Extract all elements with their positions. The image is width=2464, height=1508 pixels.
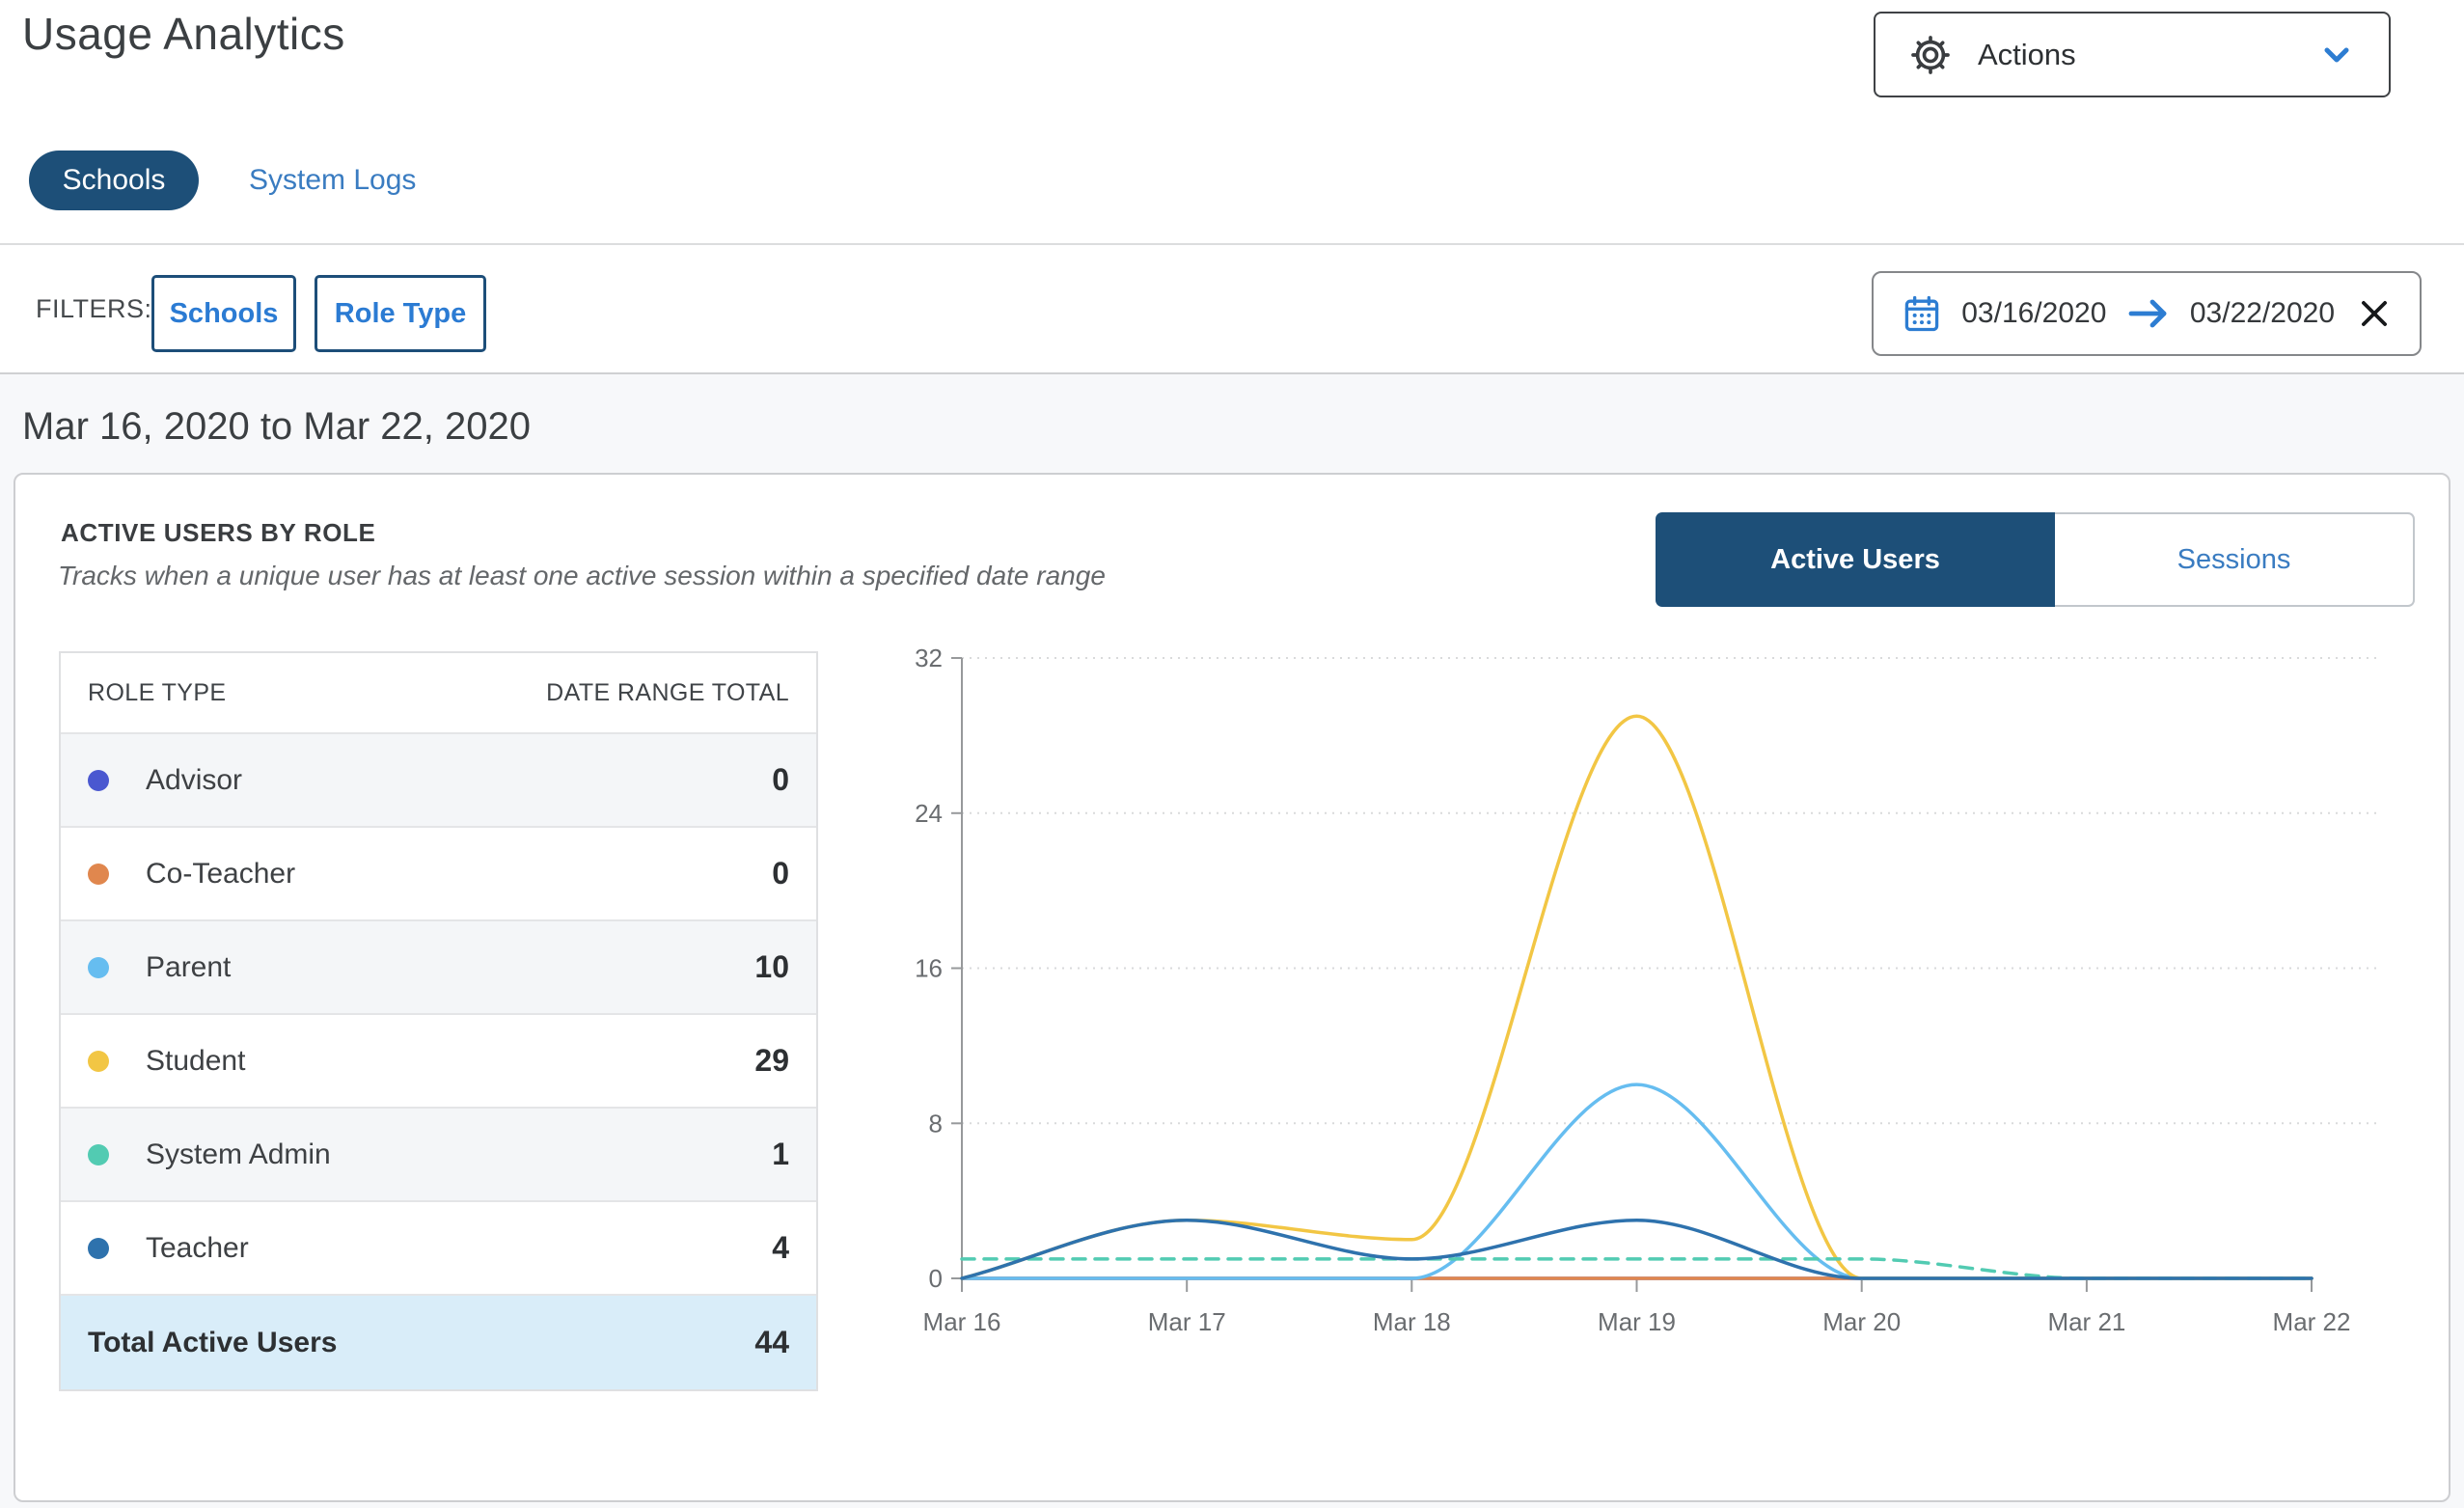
- x-tick-label-6: Mar 22: [2273, 1307, 2351, 1336]
- x-tick-label-0: Mar 16: [923, 1307, 1001, 1336]
- toggle-active-users[interactable]: Active Users: [1656, 512, 2055, 607]
- toggle-sessions[interactable]: Sessions: [2055, 512, 2415, 607]
- parent-dot: [88, 957, 109, 978]
- tab-schools[interactable]: Schools: [29, 151, 199, 210]
- row-label: Advisor: [146, 764, 242, 797]
- teacher-dot: [88, 1238, 109, 1259]
- table-row-teacher: Teacher 4: [61, 1200, 816, 1294]
- y-tick-label-24: 24: [915, 799, 943, 828]
- x-tick-label-4: Mar 20: [1822, 1307, 1901, 1336]
- advisor-dot: [88, 770, 109, 791]
- row-value: 29: [754, 1043, 789, 1079]
- toggle-sessions-label: Sessions: [2177, 544, 2291, 576]
- y-tick-label-16: 16: [915, 954, 943, 983]
- filters-label: FILTERS:: [36, 245, 152, 372]
- x-tick-label-1: Mar 17: [1148, 1307, 1226, 1336]
- arrow-right-icon: [2125, 294, 2172, 333]
- date-range-heading: Mar 16, 2020 to Mar 22, 2020: [22, 405, 531, 449]
- row-value: 4: [772, 1230, 789, 1266]
- x-tick-label-5: Mar 21: [2047, 1307, 2125, 1336]
- series-parent: [962, 1084, 2312, 1278]
- column-role-type: ROLE TYPE: [88, 679, 226, 707]
- row-value: 10: [754, 949, 789, 985]
- series-system-admin: [962, 1259, 2312, 1278]
- chart-svg: 0 8 16 24 32 Mar 16 Mar 17 Mar 18 Mar 19 Mar 20 Ma…: [907, 637, 2397, 1341]
- card-title: ACTIVE USERS BY ROLE: [61, 518, 375, 548]
- row-value: 0: [772, 856, 789, 891]
- table-row-student: Student 29: [61, 1013, 816, 1107]
- usage-analytics-page: Usage Analytics Actions Schools System L…: [0, 0, 2464, 1508]
- total-label: Total Active Users: [88, 1327, 337, 1359]
- co-teacher-dot: [88, 864, 109, 885]
- table-row-advisor: Advisor 0: [61, 732, 816, 826]
- column-date-range-total: DATE RANGE TOTAL: [546, 679, 789, 707]
- row-label: Parent: [146, 951, 231, 984]
- view-toggle: Active Users Sessions: [1656, 512, 2415, 607]
- toggle-active-users-label: Active Users: [1770, 544, 1940, 576]
- table-row-co-teacher: Co-Teacher 0: [61, 826, 816, 919]
- series-student: [962, 716, 2312, 1278]
- tab-system-logs-label: System Logs: [249, 164, 416, 197]
- chevron-down-icon: [2317, 36, 2356, 74]
- calendar-icon: [1901, 292, 1943, 335]
- series-teacher: [962, 1220, 2312, 1278]
- table-row-parent: Parent 10: [61, 919, 816, 1013]
- student-dot: [88, 1051, 109, 1072]
- system-admin-dot: [88, 1144, 109, 1165]
- row-label: Co-Teacher: [146, 858, 295, 891]
- tab-system-logs[interactable]: System Logs: [249, 151, 416, 210]
- row-value: 1: [772, 1137, 789, 1172]
- total-value: 44: [754, 1325, 789, 1360]
- y-tick-label-0: 0: [929, 1264, 943, 1293]
- y-tick-label-32: 32: [915, 644, 943, 672]
- row-label: Student: [146, 1045, 245, 1078]
- row-label: System Admin: [146, 1138, 331, 1171]
- date-range-picker[interactable]: 03/16/2020 03/22/2020: [1872, 271, 2422, 356]
- date-end: 03/22/2020: [2190, 297, 2335, 330]
- role-table: ROLE TYPE DATE RANGE TOTAL Advisor 0 Co-…: [59, 651, 818, 1391]
- actions-button[interactable]: Actions: [1874, 12, 2391, 97]
- table-row-total: Total Active Users 44: [61, 1294, 816, 1389]
- x-tick-label-3: Mar 19: [1598, 1307, 1676, 1336]
- filter-schools-button[interactable]: Schools: [151, 275, 296, 352]
- tab-schools-label: Schools: [63, 164, 166, 197]
- clear-date-range-icon[interactable]: [2356, 295, 2393, 332]
- row-label: Teacher: [146, 1232, 249, 1265]
- active-users-chart: 0 8 16 24 32 Mar 16 Mar 17 Mar 18 Mar 19 Mar 20 Ma…: [907, 637, 2397, 1341]
- gear-icon: [1908, 33, 1953, 77]
- x-tick-label-2: Mar 18: [1373, 1307, 1451, 1336]
- role-table-header: ROLE TYPE DATE RANGE TOTAL: [61, 653, 816, 732]
- actions-button-label: Actions: [1978, 38, 2076, 72]
- card-subtitle: Tracks when a unique user has at least o…: [58, 561, 1106, 591]
- table-row-system-admin: System Admin 1: [61, 1107, 816, 1200]
- filter-role-type-label: Role Type: [335, 298, 466, 330]
- filter-role-type-button[interactable]: Role Type: [315, 275, 486, 352]
- date-start: 03/16/2020: [1961, 297, 2106, 330]
- filter-schools-label: Schools: [170, 298, 279, 330]
- page-title: Usage Analytics: [22, 8, 345, 60]
- y-tick-label-8: 8: [929, 1109, 943, 1138]
- row-value: 0: [772, 762, 789, 798]
